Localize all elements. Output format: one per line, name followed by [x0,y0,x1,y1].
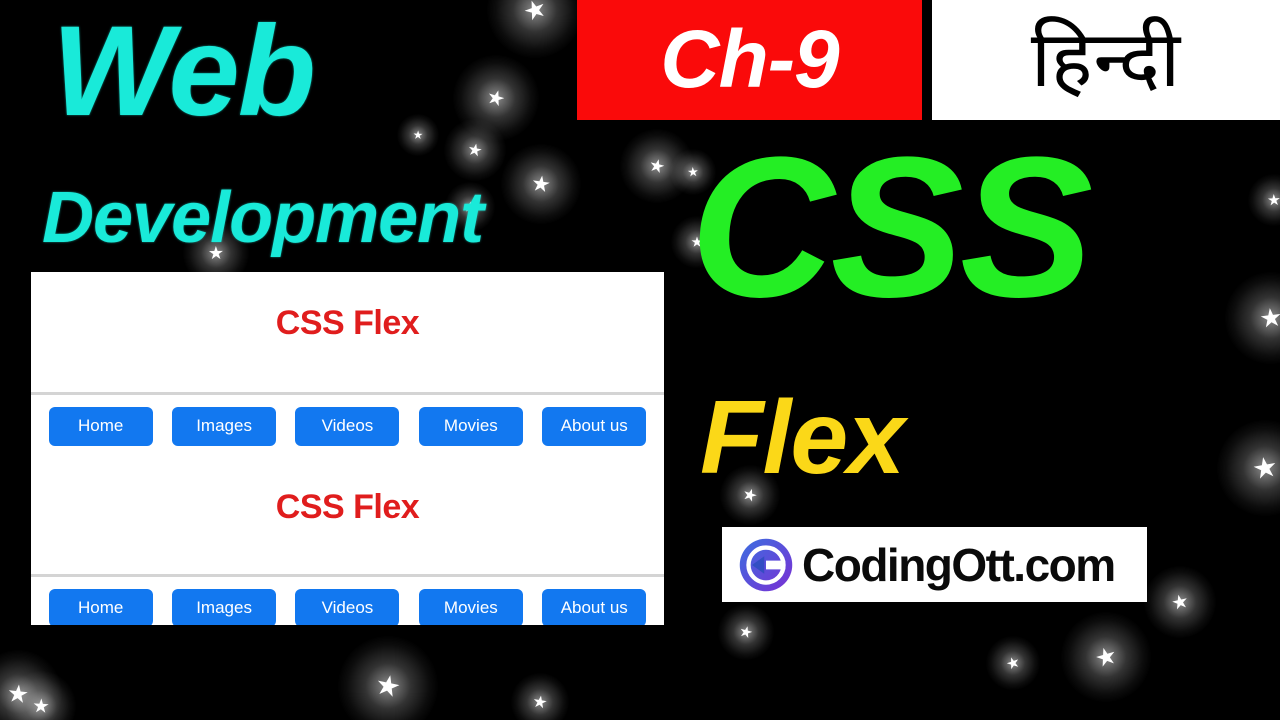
star-glow [1225,272,1280,364]
star-glow [718,604,774,660]
nav-button-movies-2[interactable]: Movies [418,588,523,625]
star-glow [501,144,581,224]
star-icon [33,698,49,714]
star-icon [375,673,401,699]
star-glow [6,671,76,720]
chapter-badge: Ch-9 [577,0,922,120]
preview-navbar-2: Home Images Videos Movies About us [31,577,664,625]
star-icon [739,625,754,640]
circular-c-arrow-icon [739,538,793,591]
star-glow [620,129,694,203]
star-icon [531,174,550,193]
star-icon [8,684,29,705]
star-icon [413,130,422,139]
star-glow [986,636,1040,690]
browser-preview-panel: CSS Flex Home Images Videos Movies About… [31,272,664,625]
star-icon [1171,593,1189,611]
nav-button-images-2[interactable]: Images [172,588,277,625]
star-glow [1061,612,1151,702]
nav-button-home[interactable]: Home [48,407,153,446]
star-icon [1268,194,1280,207]
headline-line-2: Development [42,178,484,258]
brand-name: CodingOtt.com [802,538,1116,591]
nav-button-about-us-2[interactable]: About us [542,588,647,625]
nav-button-home-2[interactable]: Home [48,588,153,625]
chapter-badge-label: Ch-9 [660,14,839,105]
star-icon [1260,307,1280,329]
topic-secondary-title: Flex [700,380,905,496]
star-icon [467,142,482,157]
topic-primary-title: CSS [690,116,1093,339]
language-badge: हिन्दी [932,0,1280,120]
star-glow [487,0,583,58]
star-glow [1217,420,1280,516]
star-icon [1005,655,1020,670]
star-glow [453,55,539,141]
star-icon [1094,645,1118,669]
star-glow [1144,566,1216,638]
preview-navbar-1: Home Images Videos Movies About us [31,395,664,458]
nav-button-movies[interactable]: Movies [418,407,523,446]
preview-section-1-heading: CSS Flex [275,304,420,342]
nav-button-about-us[interactable]: About us [542,407,647,446]
star-icon [533,695,548,710]
star-icon [486,88,506,108]
nav-button-images[interactable]: Images [172,407,277,446]
star-glow [338,636,438,720]
nav-button-videos[interactable]: Videos [295,407,400,446]
nav-button-videos-2[interactable]: Videos [295,588,400,625]
star-glow [1248,174,1280,226]
star-glow [397,114,439,156]
language-badge-label: हिन्दी [1030,16,1182,104]
star-glow [0,650,62,720]
star-glow [511,673,569,720]
headline-line-1: Web [52,0,316,143]
preview-section-2-heading: CSS Flex [275,487,420,526]
star-icon [1252,455,1277,480]
star-icon [522,0,548,23]
star-glow [444,119,506,181]
thumbnail-canvas: Web Development Ch-9 हिन्दी CSS Flex Cod… [0,0,1280,720]
star-icon [649,158,666,175]
brand-logo: CodingOtt.com [722,527,1147,602]
